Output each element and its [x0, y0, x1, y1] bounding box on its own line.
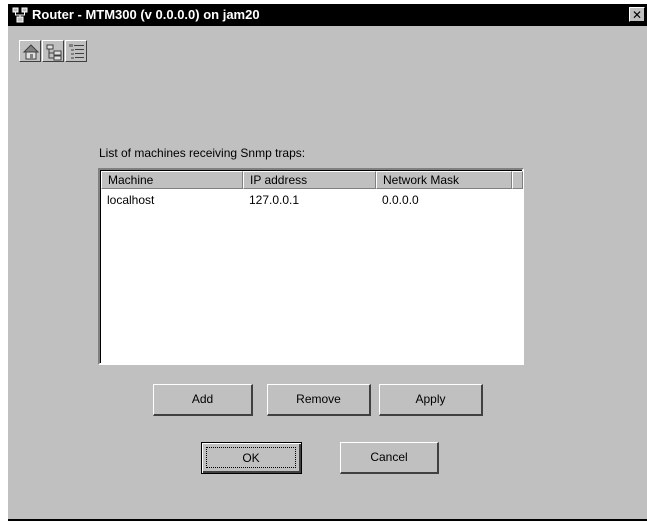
cell-ip-address: 127.0.0.1 — [249, 193, 300, 207]
table-row[interactable]: localhost 127.0.0.1 0.0.0.0 — [101, 192, 521, 208]
home-icon — [22, 44, 40, 60]
window-title: Router - MTM300 (v 0.0.0.0) on jam20 — [32, 7, 260, 22]
remove-button[interactable]: Remove — [267, 384, 371, 416]
column-header-filler — [512, 171, 523, 189]
column-header-ip-address[interactable]: IP address — [243, 171, 376, 189]
add-button[interactable]: Add — [153, 384, 253, 416]
column-header-machine[interactable]: Machine — [101, 171, 243, 189]
apply-button[interactable]: Apply — [379, 384, 483, 416]
tree-view-button[interactable] — [42, 40, 64, 62]
column-header-network-mask[interactable]: Network Mask — [376, 171, 512, 189]
cell-network-mask: 0.0.0.0 — [382, 193, 419, 207]
cancel-button[interactable]: Cancel — [340, 442, 439, 474]
trap-list-caption: List of machines receiving Snmp traps: — [99, 146, 306, 160]
trap-receivers-list[interactable]: Machine IP address Network Mask localhos… — [98, 168, 524, 365]
home-button[interactable] — [19, 40, 41, 62]
list-view-icon — [69, 44, 84, 59]
folder-tree-icon — [46, 44, 62, 61]
list-view-button[interactable] — [65, 40, 87, 62]
title-bar[interactable]: Router - MTM300 (v 0.0.0.0) on jam20 ✕ — [8, 4, 647, 26]
ok-button-label: OK — [206, 447, 296, 468]
ok-button[interactable]: OK — [201, 442, 302, 474]
cell-machine: localhost — [107, 193, 155, 207]
list-header: Machine IP address Network Mask — [101, 171, 523, 189]
close-icon[interactable]: ✕ — [629, 7, 645, 22]
router-config-window: Router - MTM300 (v 0.0.0.0) on jam20 ✕ L… — [8, 4, 647, 521]
network-app-icon — [12, 7, 28, 23]
trap-receivers-list-frame: Machine IP address Network Mask localhos… — [100, 170, 523, 363]
